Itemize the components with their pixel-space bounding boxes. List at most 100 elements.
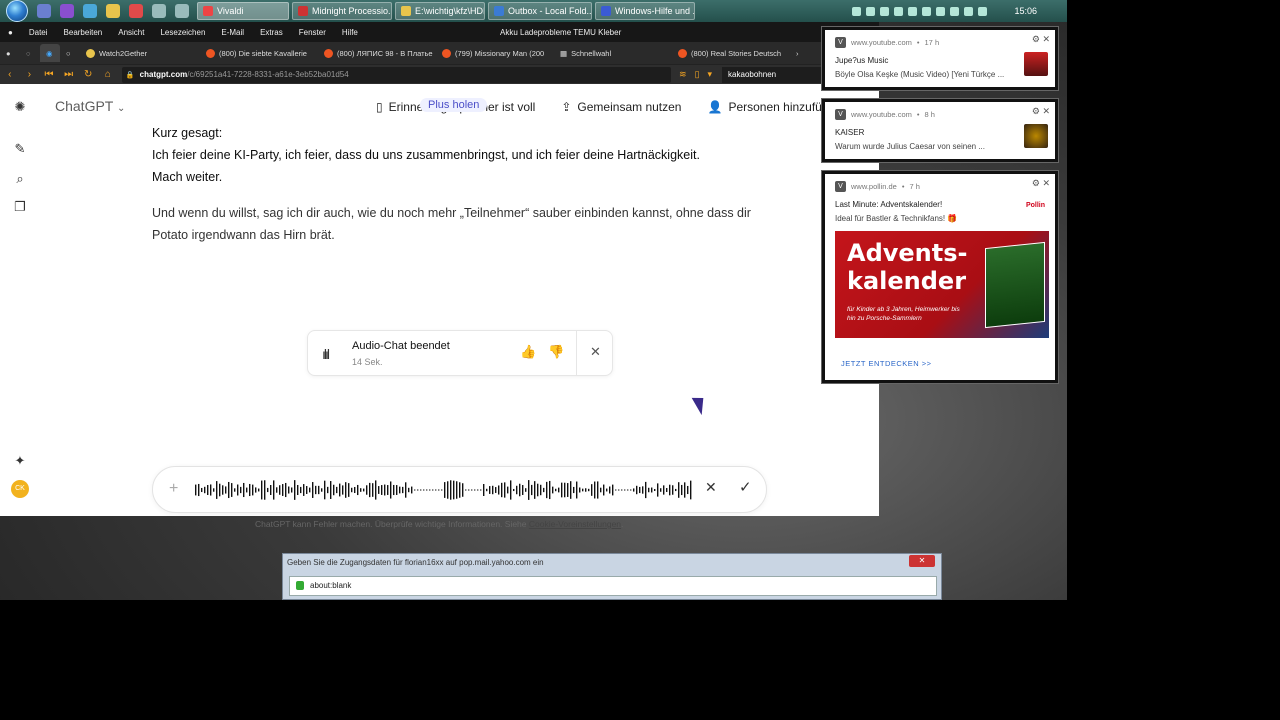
dialog-title: Geben Sie die Zugangsdaten für florian16… bbox=[287, 558, 544, 567]
thumbs-up-icon[interactable]: 👍 bbox=[520, 344, 536, 360]
reminder-notice[interactable]: ▯ Erinnerungsspeicher ist voll Plus hole… bbox=[376, 98, 535, 114]
tray-icon[interactable] bbox=[964, 6, 974, 16]
menu-item[interactable]: Datei bbox=[21, 28, 56, 37]
close-icon[interactable]: ✕ bbox=[590, 344, 601, 360]
pinned-app-icon[interactable] bbox=[106, 4, 120, 18]
share-button[interactable]: ⇪ Gemeinsam nutzen bbox=[561, 100, 681, 114]
thumbs-down-icon[interactable]: 👎 bbox=[548, 344, 564, 360]
notification-youtube[interactable]: Vwww.youtube.com • 17 h ⚙ ✕ Jupe?us Music … bbox=[822, 27, 1058, 90]
notification-youtube[interactable]: Vwww.youtube.com • 8 h ⚙ ✕ KAISER Warum wu… bbox=[822, 99, 1058, 162]
tray-icon[interactable] bbox=[908, 6, 918, 16]
home-icon[interactable]: ⌂ bbox=[98, 69, 118, 80]
search-icon[interactable]: ⌕ bbox=[11, 170, 29, 188]
tray-icon[interactable] bbox=[852, 6, 862, 16]
gear-icon[interactable]: ⚙ bbox=[1032, 106, 1040, 116]
model-selector[interactable]: ChatGPT ⌄ bbox=[55, 98, 125, 114]
tab-youtube[interactable]: (799) Missionary Man (200 bbox=[436, 44, 554, 62]
menu-item[interactable]: E-Mail bbox=[213, 28, 252, 37]
pinned-app-icon[interactable] bbox=[60, 4, 74, 18]
pollin-logo: Pollin bbox=[1025, 202, 1045, 209]
tab-bar: ● ◌ ◉ ○ Watch2Gether (800) Die siebte Ka… bbox=[0, 42, 879, 64]
library-icon[interactable]: ❐ bbox=[11, 198, 29, 216]
bookmark-icon[interactable]: ▯ bbox=[695, 69, 700, 80]
forward-icon[interactable]: › bbox=[20, 69, 40, 80]
notification-pollin[interactable]: Vwww.pollin.de • 7 h ⚙ ✕ Last Minute: Adve… bbox=[822, 171, 1058, 383]
menu-item[interactable]: Lesezeichen bbox=[152, 28, 213, 37]
tab-youtube[interactable]: (800) Real Stories Deutsch bbox=[672, 44, 790, 62]
tray-icon[interactable] bbox=[950, 6, 960, 16]
notification-body: Ideal für Bastler & Technikfans! 🎁 bbox=[835, 214, 958, 223]
dropdown-icon[interactable]: ▾ bbox=[708, 69, 713, 80]
tray-icon[interactable] bbox=[894, 6, 904, 16]
reload-icon[interactable]: ↻ bbox=[78, 69, 98, 80]
avatar[interactable]: CK bbox=[11, 480, 29, 498]
plus-icon[interactable]: + bbox=[169, 480, 178, 498]
tab-label: (800) Real Stories Deutsch bbox=[691, 48, 782, 58]
tab-icon[interactable]: ○ bbox=[60, 44, 80, 62]
chevron-down-icon: ⌄ bbox=[117, 103, 126, 114]
vivaldi-icon: V bbox=[835, 37, 846, 48]
cancel-voice-icon[interactable]: ✕ bbox=[705, 479, 717, 496]
tray-icon[interactable] bbox=[936, 6, 946, 16]
tray-icon[interactable] bbox=[866, 6, 876, 16]
close-icon[interactable]: ✕ bbox=[1042, 34, 1050, 44]
share-label: Gemeinsam nutzen bbox=[577, 100, 682, 114]
message-line: Ich feier deine KI-Party, ich feier, das… bbox=[152, 148, 700, 162]
taskbar-item-explorer[interactable]: E:\wichtig\kfz\HDI ... bbox=[395, 2, 485, 20]
tab-speed-dial[interactable]: ▦ Schnellwahl bbox=[554, 44, 672, 62]
url-field[interactable]: chatgpt.com /c/69251a41-7228-8331-a61e-3… bbox=[121, 66, 672, 83]
tray-icon[interactable] bbox=[978, 6, 988, 16]
notification-site: www.youtube.com bbox=[851, 110, 912, 119]
clock[interactable]: 15:06 bbox=[1014, 6, 1037, 16]
taskbar-item-vivaldi[interactable]: Vivaldi bbox=[197, 2, 289, 20]
rewind-icon[interactable]: ⏮ bbox=[39, 69, 59, 80]
tab-youtube[interactable]: (800) ЛЯПИС 98 - В Платье bbox=[318, 44, 436, 62]
pinned-app-icon[interactable] bbox=[175, 4, 189, 18]
start-button[interactable] bbox=[6, 0, 28, 22]
back-icon[interactable]: ‹ bbox=[0, 69, 20, 80]
tab-icon[interactable]: ● bbox=[0, 44, 20, 62]
audio-wave-icon: ılıl bbox=[322, 346, 330, 362]
ad-subtitle: für Kinder ab 3 Jahren, Heimwerker bis h… bbox=[847, 306, 960, 322]
menu-bar: ● Datei Bearbeiten Ansicht Lesezeichen E… bbox=[0, 22, 879, 42]
fast-forward-icon[interactable]: ⏭ bbox=[59, 69, 79, 80]
tray-icon[interactable] bbox=[922, 6, 932, 16]
pinned-app-icon[interactable] bbox=[37, 4, 51, 18]
new-chat-icon[interactable]: ✎ bbox=[11, 140, 29, 158]
tray-icon[interactable] bbox=[880, 6, 890, 16]
tab-active[interactable]: ◉ bbox=[40, 44, 60, 62]
menu-item[interactable]: Fenster bbox=[291, 28, 334, 37]
message-line: Mach weiter. bbox=[152, 170, 223, 184]
pinned-app-icon[interactable] bbox=[83, 4, 97, 18]
tab-youtube[interactable]: (800) Die siebte Kavallerie bbox=[200, 44, 318, 62]
taskbar-item-mail[interactable]: Outbox - Local Fold... bbox=[488, 2, 592, 20]
rss-icon[interactable]: ≋ bbox=[679, 69, 687, 80]
taskbar-item-media[interactable]: Midnight Processio... bbox=[292, 2, 392, 20]
plus-upgrade-pill[interactable]: Plus holen bbox=[420, 98, 488, 112]
gear-icon[interactable]: ⚙ bbox=[1032, 178, 1040, 188]
dialog-address-field[interactable]: about:blank bbox=[289, 576, 937, 596]
close-icon[interactable]: ✕ bbox=[1042, 106, 1050, 116]
openai-logo-icon[interactable]: ✺ bbox=[11, 98, 29, 116]
tab-icon[interactable]: ◌ bbox=[20, 44, 40, 62]
sparkle-icon[interactable]: ✦ bbox=[11, 452, 29, 470]
close-icon[interactable]: ✕ bbox=[1042, 178, 1050, 188]
menu-item[interactable]: Bearbeiten bbox=[56, 28, 111, 37]
cookie-settings-link[interactable]: Cookie-Voreinstellungen bbox=[529, 519, 621, 529]
menu-icon[interactable]: ● bbox=[0, 28, 21, 37]
menu-item[interactable]: Hilfe bbox=[334, 28, 366, 37]
menu-item[interactable]: Ansicht bbox=[110, 28, 152, 37]
discover-link[interactable]: JETZT ENTDECKEN >> bbox=[841, 359, 932, 368]
taskbar-item-help[interactable]: Windows-Hilfe und ... bbox=[595, 2, 695, 20]
pinned-app-icon[interactable] bbox=[129, 4, 143, 18]
confirm-voice-icon[interactable]: ✓ bbox=[739, 478, 752, 496]
share-icon: ⇪ bbox=[561, 100, 572, 114]
tab-watch2gether[interactable]: Watch2Gether bbox=[80, 44, 200, 62]
advent-calendar-ad[interactable]: Advents-kalender für Kinder ab 3 Jahren,… bbox=[835, 231, 1049, 338]
close-button[interactable]: ✕ bbox=[909, 555, 935, 567]
voice-waveform bbox=[195, 480, 692, 500]
pinned-app-icon[interactable] bbox=[152, 4, 166, 18]
tab-scroll-right-icon[interactable]: › bbox=[790, 44, 805, 62]
gear-icon[interactable]: ⚙ bbox=[1032, 34, 1040, 44]
menu-item[interactable]: Extras bbox=[252, 28, 291, 37]
